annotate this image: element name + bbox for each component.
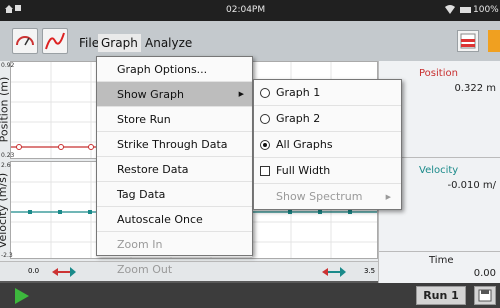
submenu-item-label: Show Spectrum	[276, 190, 363, 203]
wifi-icon	[445, 5, 455, 14]
submenu-item-label: Full Width	[276, 164, 331, 177]
menu-item-label: Zoom In	[117, 238, 163, 251]
save-button[interactable]	[474, 286, 496, 305]
menu-item-restore-data[interactable]: Restore Data	[97, 157, 252, 182]
status-bar: 02:04PM 100%	[0, 0, 500, 21]
menu-item-label: Graph Options...	[117, 63, 208, 76]
position-point	[58, 144, 64, 150]
menu-item-zoom-out: Zoom Out	[97, 257, 252, 282]
run-selector-button[interactable]: Run 1	[416, 286, 466, 305]
velocity-axis-title: Velocity (m/s)	[0, 172, 10, 249]
radio-button-selected[interactable]	[260, 140, 270, 150]
velocity-point	[88, 210, 92, 214]
submenu-item-label: Graph 1	[276, 86, 321, 99]
save-icon	[478, 289, 492, 302]
toolbar: File Graph Analyze	[0, 21, 500, 61]
scroll-left-arrows-icon[interactable]	[50, 265, 78, 279]
submenu-item-graph-2[interactable]: Graph 2	[254, 106, 401, 132]
x-axis-min: 0.0	[28, 267, 40, 275]
velocity-point	[288, 210, 292, 214]
annotate-pencil-icon[interactable]	[488, 30, 500, 52]
time-meter-title: Time	[429, 255, 454, 266]
xy-table-button[interactable]	[457, 30, 479, 52]
collect-play-icon[interactable]	[15, 288, 29, 304]
menu-item-store-run[interactable]: Store Run	[97, 107, 252, 132]
menu-graph[interactable]: Graph	[98, 34, 141, 52]
menu-item-label: Tag Data	[117, 188, 166, 201]
position-axis-title: Position (m)	[0, 76, 11, 143]
menu-item-show-graph[interactable]: Show Graph ▶	[97, 82, 252, 107]
radio-button[interactable]	[260, 88, 270, 98]
checkbox[interactable]	[260, 166, 270, 176]
graph-line-icon	[45, 32, 65, 50]
position-point	[16, 144, 22, 150]
menu-item-label: Store Run	[117, 113, 171, 126]
velocity-y-min: -2.3	[1, 252, 13, 259]
submenu-item-label: All Graphs	[276, 138, 333, 151]
table-icon	[460, 33, 476, 49]
x-axis-max: 3.5	[364, 267, 376, 275]
velocity-point	[28, 210, 32, 214]
submenu-item-all-graphs[interactable]: All Graphs	[254, 132, 401, 158]
graph-menu-dropdown: Graph Options... Show Graph ▶ Store Run S…	[96, 56, 253, 276]
graph-view-button[interactable]	[42, 28, 68, 54]
time-meter[interactable]: Time 0.00	[378, 251, 500, 283]
menu-item-graph-options[interactable]: Graph Options...	[97, 57, 252, 82]
scroll-right-arrows-icon[interactable]	[320, 265, 348, 279]
gauge-icon	[16, 36, 34, 46]
velocity-point	[348, 210, 352, 214]
submenu-item-label: Graph 2	[276, 112, 321, 125]
position-meter-value: 0.322 m	[454, 83, 496, 94]
show-graph-submenu: Graph 1 Graph 2 All Graphs Full Width Sh…	[253, 79, 402, 210]
submenu-item-show-spectrum: Show Spectrum ▶	[254, 184, 401, 210]
menu-item-label: Strike Through Data	[117, 138, 228, 151]
menu-item-label: Zoom Out	[117, 263, 173, 276]
time-meter-value: 0.00	[473, 268, 496, 279]
app-indicator-icon	[15, 5, 21, 11]
menu-file[interactable]: File	[79, 36, 99, 50]
submenu-item-graph-1[interactable]: Graph 1	[254, 80, 401, 106]
footer-bar: Run 1	[0, 283, 500, 308]
velocity-meter-value: -0.010 m/	[447, 180, 496, 191]
menu-item-label: Restore Data	[117, 163, 189, 176]
velocity-meter-title: Velocity	[419, 165, 459, 176]
position-y-max: 0.92	[1, 62, 15, 69]
velocity-y-max: 2.6	[1, 162, 11, 169]
velocity-point	[58, 210, 62, 214]
clock: 02:04PM	[226, 5, 266, 15]
battery-percent: 100%	[473, 5, 499, 15]
position-point	[88, 144, 94, 150]
submenu-arrow-icon: ▶	[385, 193, 391, 201]
position-meter-title: Position	[419, 68, 458, 79]
submenu-arrow-icon: ▶	[238, 90, 244, 98]
menu-item-label: Show Graph	[117, 88, 184, 101]
menu-analyze[interactable]: Analyze	[145, 36, 192, 50]
menu-item-autoscale-once[interactable]: Autoscale Once	[97, 207, 252, 232]
home-icon[interactable]	[4, 4, 14, 14]
menu-item-tag-data[interactable]: Tag Data	[97, 182, 252, 207]
menu-item-label: Autoscale Once	[117, 213, 203, 226]
position-y-min: 0.23	[1, 152, 15, 159]
battery-icon	[460, 7, 471, 13]
submenu-item-full-width[interactable]: Full Width	[254, 158, 401, 184]
meter-view-button[interactable]	[12, 28, 38, 54]
menu-item-zoom-in: Zoom In	[97, 232, 252, 257]
velocity-point	[318, 210, 322, 214]
menu-item-strike-through-data[interactable]: Strike Through Data	[97, 132, 252, 157]
radio-button[interactable]	[260, 114, 270, 124]
